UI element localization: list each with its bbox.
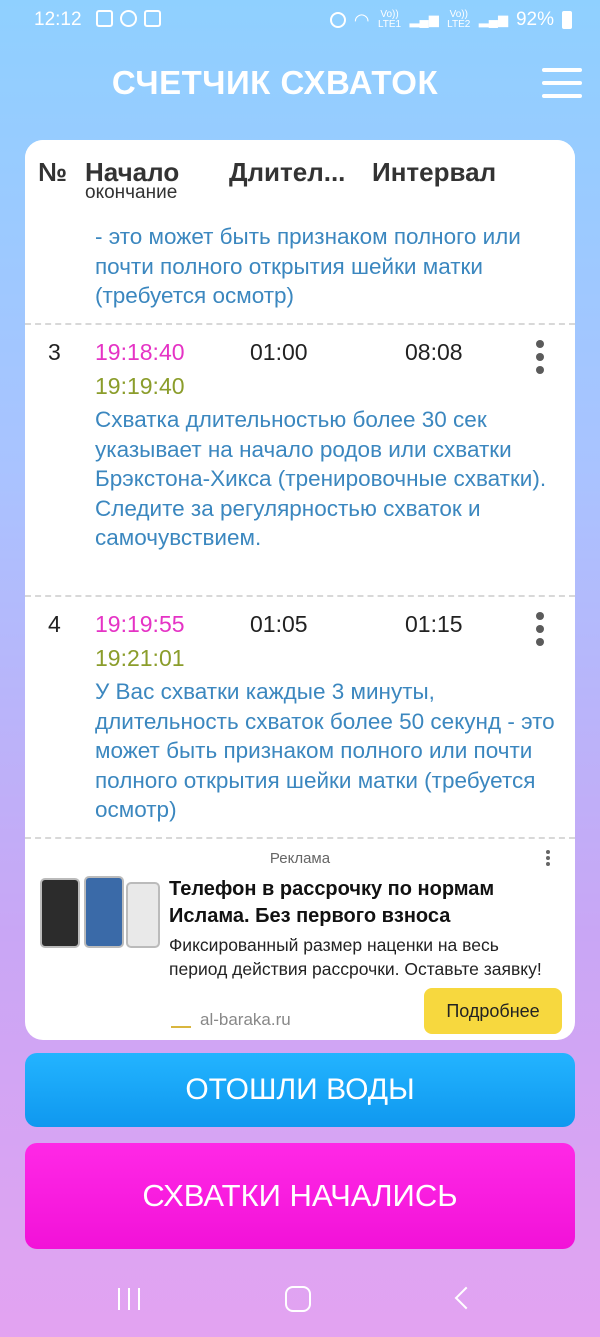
alarm-icon bbox=[120, 10, 137, 27]
column-header-end: окончание bbox=[85, 182, 178, 203]
wifi-icon: ◠ bbox=[353, 9, 370, 30]
water-broke-button[interactable]: ОТОШЛИ ВОДЫ bbox=[25, 1053, 575, 1127]
gallery-icon bbox=[96, 10, 113, 27]
row-start-time: 19:18:40 bbox=[95, 339, 185, 365]
row-note: У Вас схватки каждые 3 минуты, длительно… bbox=[95, 679, 555, 822]
column-header-number: № bbox=[38, 157, 67, 187]
home-icon[interactable] bbox=[285, 1286, 311, 1312]
row-interval: 01:15 bbox=[405, 611, 463, 637]
row-start-time: 19:19:55 bbox=[95, 611, 185, 637]
row-number: 4 bbox=[48, 611, 61, 637]
site-icon bbox=[171, 1010, 191, 1028]
notification-icons bbox=[96, 10, 161, 27]
row-duration: 01:05 bbox=[250, 611, 308, 637]
column-header-interval: Интервал bbox=[372, 157, 497, 187]
app-title: СЧЕТЧИК СХВАТОК bbox=[111, 64, 439, 101]
ad-more-button[interactable]: Подробнее bbox=[424, 988, 562, 1034]
table-row[interactable]: 4 19:19:55 19:21:01 01:05 01:15 У Вас сх… bbox=[25, 597, 575, 837]
row-duration: 01:00 bbox=[250, 339, 308, 365]
row-end-time: 19:21:01 bbox=[95, 645, 185, 671]
network-2-label: Vo)) LTE2 bbox=[447, 9, 471, 30]
row-more-options-icon[interactable] bbox=[533, 340, 547, 380]
ad-label: Реклама bbox=[269, 850, 331, 867]
column-header-duration: Длител... bbox=[229, 157, 346, 187]
network-1-label: Vo)) LTE1 bbox=[377, 9, 402, 30]
hamburger-menu-icon[interactable] bbox=[542, 68, 582, 98]
checkbox-icon bbox=[144, 10, 161, 27]
recent-apps-icon[interactable] bbox=[118, 1288, 142, 1310]
ad-site[interactable]: al-baraka.ru bbox=[200, 1010, 291, 1030]
signal-2-icon: ▂▄▆ bbox=[478, 12, 508, 27]
battery-percent: 92% bbox=[515, 9, 554, 30]
row-divider bbox=[25, 837, 575, 839]
battery-icon bbox=[562, 11, 572, 29]
row-end-time: 19:19:40 bbox=[95, 373, 185, 399]
ad-title[interactable]: Телефон в рассрочку по нормам Ислама. Бе… bbox=[169, 876, 569, 930]
ad-text: Фиксированный размер наценки на весь пер… bbox=[169, 935, 542, 979]
ad-phones-image[interactable] bbox=[40, 876, 160, 948]
row-more-options-icon[interactable] bbox=[533, 612, 547, 652]
row-interval: 08:08 bbox=[405, 339, 463, 365]
ad-options-icon[interactable] bbox=[545, 850, 551, 866]
status-time: 12:12 bbox=[34, 9, 82, 30]
previous-row-note: - это может быть признаком полного или п… bbox=[95, 224, 521, 308]
alarm-icon bbox=[329, 12, 346, 28]
back-icon[interactable] bbox=[454, 1286, 478, 1310]
status-bar: 12:12 ◠ Vo)) LTE1 ▂▄▆ Vo)) LTE2 ▂▄▆ 92% bbox=[0, 0, 600, 40]
contractions-table-card: № Начало окончание Длител... Интервал - … bbox=[25, 140, 575, 1040]
row-note: Схватка длительностью более 30 сек указы… bbox=[95, 407, 547, 550]
status-right: ◠ Vo)) LTE1 ▂▄▆ Vo)) LTE2 ▂▄▆ 92% bbox=[329, 9, 572, 31]
row-number: 3 bbox=[48, 339, 61, 365]
table-header: № Начало окончание Длител... Интервал bbox=[25, 140, 575, 210]
signal-1-icon: ▂▄▆ bbox=[409, 12, 439, 27]
table-row[interactable]: 3 19:18:40 19:19:40 01:00 08:08 Схватка … bbox=[25, 325, 575, 595]
contractions-started-button[interactable]: СХВАТКИ НАЧАЛИСЬ bbox=[25, 1143, 575, 1249]
